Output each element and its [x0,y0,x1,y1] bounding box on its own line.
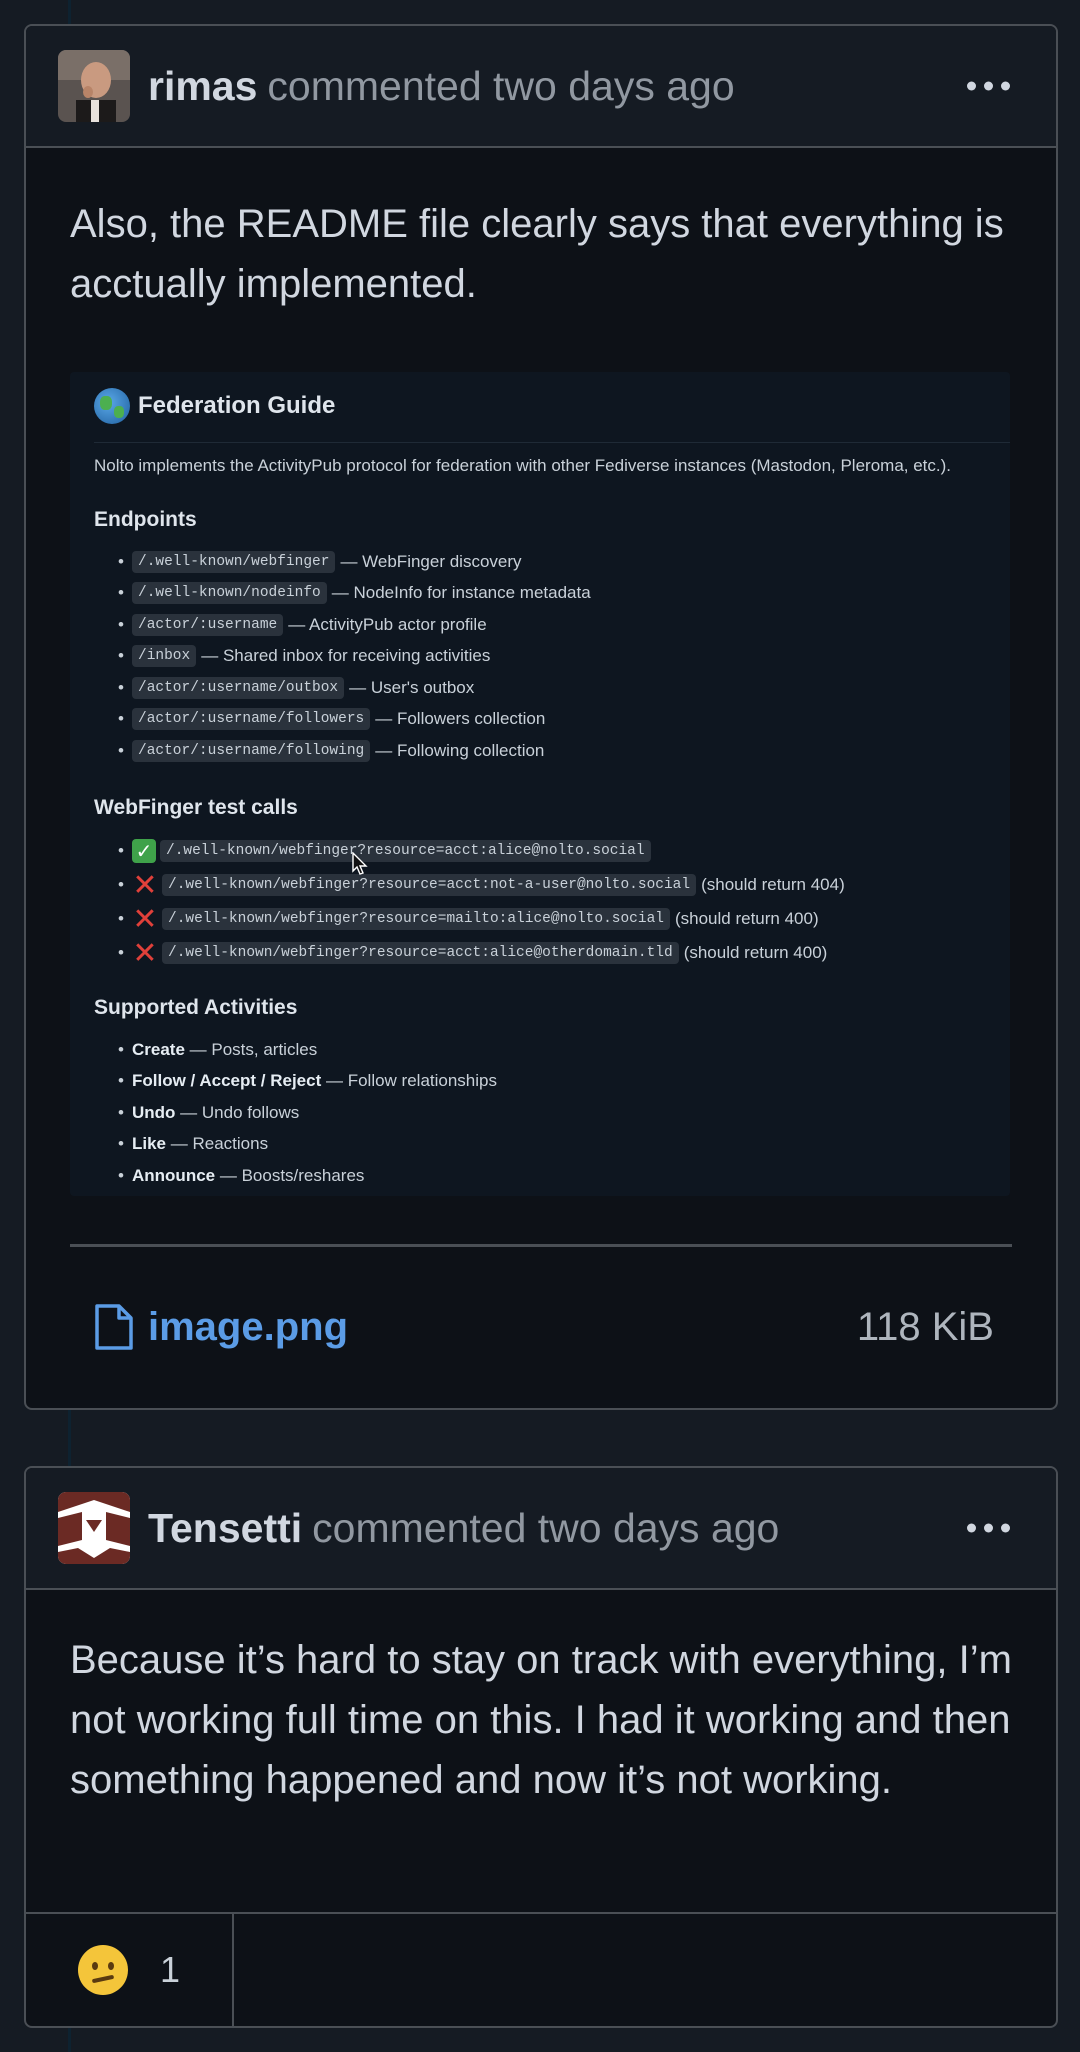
more-options-icon[interactable] [967,1523,1010,1533]
cross-icon: ✕ [132,868,158,902]
list-item: ✓/.well-known/webfinger?resource=acct:al… [110,834,845,868]
comment-author[interactable]: Tensetti [148,1505,302,1552]
comment-text: Because it’s hard to stay on track with … [70,1638,1012,1802]
reaction-count: 1 [160,1949,181,1990]
comment-card: Tensetti commented two days ago Because … [24,1466,1058,2028]
list-item: /actor/:username/followers— Followers co… [110,704,591,736]
list-item: ✕/.well-known/webfinger?resource=mailto:… [110,902,845,936]
comment-timestamp[interactable]: commented two days ago [312,1505,779,1552]
list-item: Undo — Undo follows [110,1097,497,1129]
list-item: ✕/.well-known/webfinger?resource=acct:no… [110,868,844,902]
mouse-cursor-icon [352,852,368,875]
comment-body: Also, the README file clearly says that … [26,148,1056,1407]
endpoints-heading: Endpoints [94,508,197,531]
cross-icon: ✕ [132,902,158,936]
file-icon [95,1304,133,1350]
endpoints-list: /.well-known/webfinger— WebFinger discov… [110,546,591,767]
list-item: /.well-known/nodeinfo— NodeInfo for inst… [110,578,591,610]
screenshot-intro: Nolto implements the ActivityPub protoco… [94,456,952,475]
divider [94,442,1010,443]
attachment-link[interactable]: image.png [148,1305,348,1350]
list-item: Follow / Accept / Reject — Follow relati… [110,1066,497,1098]
list-item: Create — Posts, articles [110,1034,497,1066]
reactions-bar: 1 [26,1912,1056,2026]
list-item: /actor/:username/outbox— User's outbox [110,672,591,704]
check-icon: ✓ [132,839,156,863]
activities-heading: Supported Activities [94,996,298,1019]
webfinger-list: ✓/.well-known/webfinger?resource=acct:al… [110,834,845,970]
comment-author[interactable]: rimas [148,63,257,110]
avatar[interactable] [58,50,130,122]
attachment-size: 118 KiB [856,1304,994,1349]
screenshot-title: Federation Guide [94,388,335,424]
reaction-button[interactable]: 1 [26,1914,234,2026]
comment-timestamp[interactable]: commented two days ago [267,63,734,110]
cross-icon: ✕ [132,936,158,970]
list-item: /actor/:username— ActivityPub actor prof… [110,609,591,641]
list-item: ✕/.well-known/webfinger?resource=acct:al… [110,936,845,970]
more-options-icon[interactable] [967,81,1010,91]
list-item: /actor/:username/following— Following co… [110,735,591,767]
globe-icon [94,388,130,424]
avatar[interactable] [58,1492,130,1564]
comment-card: rimas commented two days ago Also, the R… [24,24,1058,1410]
list-item: Announce — Boosts/reshares [110,1160,497,1192]
list-item: /.well-known/webfinger— WebFinger discov… [110,546,591,578]
webfinger-heading: WebFinger test calls [94,796,298,819]
attachment[interactable]: image.png 118 KiB [70,1247,1014,1407]
confused-face-icon [78,1945,128,1995]
list-item: /inbox— Shared inbox for receiving activ… [110,641,591,673]
comment-header: Tensetti commented two days ago [26,1468,1056,1590]
comment-text: Also, the README file clearly says that … [70,202,1004,306]
list-item: Like — Reactions [110,1129,497,1161]
activities-list: Create — Posts, articles Follow / Accept… [110,1034,497,1192]
comment-body: Because it’s hard to stay on track with … [26,1590,1056,1850]
comment-header: rimas commented two days ago [26,26,1056,148]
embedded-screenshot-image[interactable]: Federation Guide Nolto implements the Ac… [70,372,1010,1196]
